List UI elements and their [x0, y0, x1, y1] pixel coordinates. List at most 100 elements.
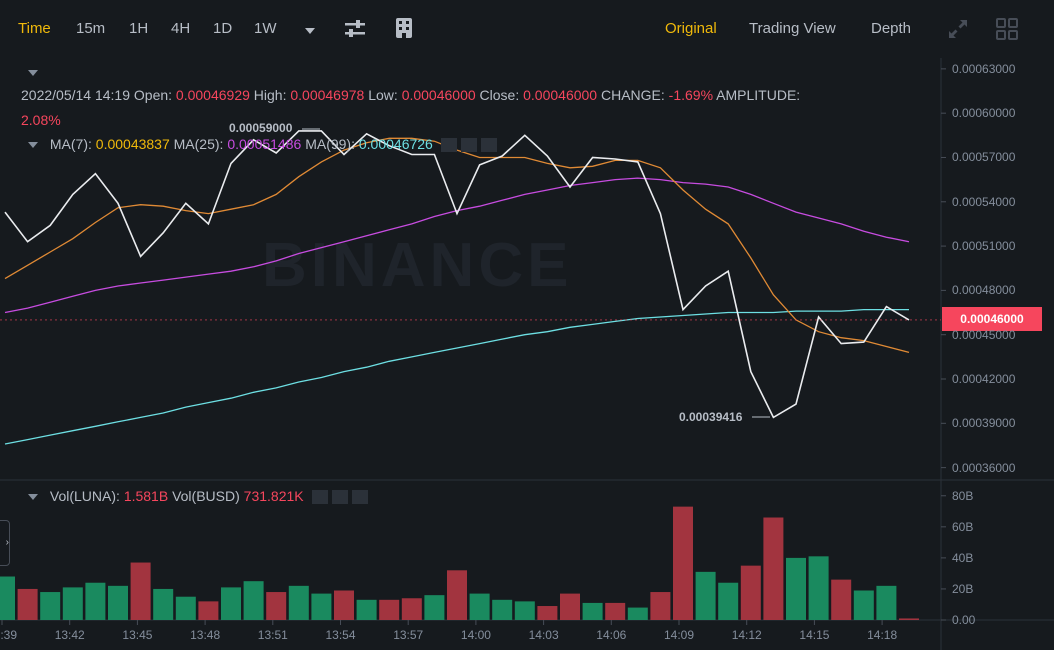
close-label: Close:: [479, 87, 520, 103]
vol-close-icon[interactable]: [351, 490, 368, 505]
low-price-label: 0.00039416: [679, 410, 743, 424]
x-tick-label: 13:51: [257, 628, 288, 642]
y-tick-label: 0.00039000: [952, 416, 1016, 431]
y-tick-label: 0.00060000: [952, 106, 1016, 121]
volume-bar: [85, 582, 106, 620]
vol-y-tick-label: 40B: [952, 550, 974, 565]
volume-bar: [537, 606, 558, 620]
volume-bar: [740, 565, 761, 620]
series-line-ma25: [4, 177, 910, 314]
ma99-value: 0.00046726: [358, 136, 433, 152]
volume-bar: [40, 592, 61, 620]
change-label: CHANGE:: [600, 87, 665, 103]
vol-gear-icon[interactable]: [331, 490, 348, 505]
volume-bar: [560, 593, 580, 620]
high-label: High:: [253, 87, 287, 103]
volume-bar: [243, 581, 264, 620]
gear-icon[interactable]: [460, 138, 477, 153]
y-tick-label: 0.00057000: [952, 150, 1016, 165]
y-tick-label: 0.00051000: [952, 239, 1016, 254]
volume-bar: [266, 592, 287, 620]
vol-y-tick-label: 20B: [952, 581, 974, 596]
volume-bar: [582, 602, 603, 620]
volume-bar: [311, 593, 332, 620]
volume-bar: [153, 588, 174, 620]
scroll-left-handle[interactable]: ›: [0, 520, 10, 566]
open-value: 0.00046929: [175, 87, 250, 103]
volume-bar: [356, 599, 377, 620]
vol-busd-value: 731.821K: [243, 488, 304, 504]
x-tick-label: 14:06: [596, 628, 627, 642]
volume-bar: [718, 582, 739, 620]
x-tick-label: 14:15: [799, 628, 830, 642]
volume-bar: [469, 593, 490, 620]
x-tick-label: 14:03: [528, 628, 559, 642]
volume-bar: [175, 596, 196, 620]
series-line-ma7: [4, 137, 910, 354]
vol-luna-label: Vol(LUNA):: [49, 488, 120, 504]
volume-bar: [853, 590, 874, 620]
y-tick-label: 0.00048000: [952, 283, 1016, 298]
y-tick-label: 0.00036000: [952, 460, 1016, 475]
volume-bar: [62, 587, 83, 620]
open-label: Open:: [133, 87, 173, 103]
x-tick-label: 13:54: [325, 628, 356, 642]
volume-bar: [334, 590, 354, 620]
ma25-label: MA(25):: [173, 136, 224, 152]
series-line-close: [4, 130, 910, 419]
volume-bar: [17, 588, 38, 620]
series-line-ma99: [4, 308, 909, 445]
x-tick-label: 14:18: [867, 628, 898, 642]
volume-bar: [514, 601, 535, 620]
x-tick-label: 13:42: [54, 628, 85, 642]
volume-bar: [673, 506, 693, 620]
change-value: -1.69%: [668, 87, 714, 103]
volume-bar: [0, 576, 15, 620]
volume-bar: [401, 598, 422, 620]
eye-icon[interactable]: [440, 138, 457, 153]
volume-bar: [808, 556, 829, 620]
ma-legend: MA(7): 0.00043837 MA(25): 0.00051486 MA(…: [28, 135, 497, 153]
volume-bar: [288, 585, 309, 620]
peak-price-label: 0.00059000: [229, 121, 293, 135]
volume-bar: [831, 579, 852, 620]
volume-bar: [130, 562, 151, 620]
close-value: 0.00046000: [523, 87, 598, 103]
ma7-value: 0.00043837: [95, 136, 170, 152]
vol-chevron-icon[interactable]: [28, 488, 38, 504]
amplitude-label: AMPLITUDE:: [716, 87, 801, 103]
y-tick-label: 0.00045000: [952, 327, 1016, 342]
vol-busd-label: Vol(BUSD): [172, 488, 240, 504]
volume-bar: [379, 599, 400, 620]
vol-y-tick-label: 0.00: [952, 613, 976, 627]
volume-bar: [786, 557, 806, 620]
volume-bar: [763, 517, 784, 620]
vol-legend: Vol(LUNA): 1.581B Vol(BUSD) 731.821K: [28, 487, 368, 505]
x-tick-label: 13:39: [0, 628, 18, 642]
ma-chevron-icon[interactable]: [28, 136, 38, 152]
volume-bar: [899, 618, 919, 620]
volume-bar: [627, 607, 648, 620]
y-tick-label: 0.00042000: [952, 372, 1016, 386]
x-tick-label: 13:48: [190, 628, 221, 642]
volume-bar: [424, 595, 445, 620]
vol-eye-icon[interactable]: [311, 490, 328, 505]
ohlc-info: 2022/05/14 14:19 Open: 0.00046929 High: …: [21, 86, 800, 104]
close-icon[interactable]: [480, 138, 497, 153]
legend-toggle-chevron-icon[interactable]: [28, 63, 38, 81]
x-tick-label: 14:00: [460, 628, 491, 642]
low-value: 0.00046000: [401, 87, 476, 103]
x-tick-label: 14:09: [664, 628, 695, 642]
volume-bar: [876, 585, 897, 620]
volume-bar: [492, 599, 513, 620]
volume-bar: [108, 585, 128, 620]
ma25-value: 0.00051486: [227, 136, 302, 152]
ma7-label: MA(7):: [49, 136, 92, 152]
vol-y-tick-label: 60B: [952, 519, 974, 534]
volume-bar: [605, 602, 626, 620]
amplitude-value: 2.08%: [21, 112, 61, 128]
x-tick-label: 13:45: [122, 628, 153, 642]
x-tick-label: 14:12: [731, 628, 762, 642]
volume-bar: [650, 592, 671, 620]
volume-bar: [695, 571, 716, 620]
